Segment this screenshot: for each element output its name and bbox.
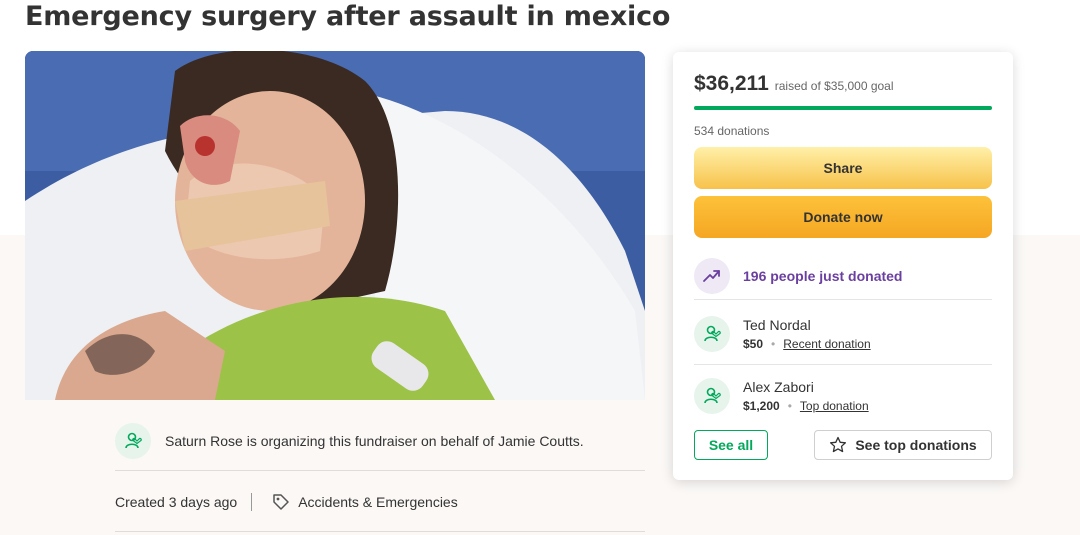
page-title: Emergency surgery after assault in mexic… — [25, 1, 671, 32]
donation-count: 534 donations — [694, 124, 770, 138]
see-top-donations-label: See top donations — [855, 437, 977, 453]
tag-icon — [273, 493, 289, 510]
star-icon — [830, 436, 847, 453]
donate-now-button[interactable]: Donate now — [694, 196, 992, 238]
campaign-hero-image[interactable] — [25, 51, 645, 400]
progress-fill — [694, 106, 992, 110]
separator-dot: • — [771, 336, 776, 351]
share-button[interactable]: Share — [694, 147, 992, 189]
meta-divider — [251, 492, 253, 511]
see-top-donations-button[interactable]: See top donations — [814, 430, 992, 460]
see-all-button[interactable]: See all — [694, 430, 768, 460]
progress-bar — [694, 106, 992, 110]
trending-text: 196 people just donated — [743, 267, 903, 284]
goal-text: raised of $35,000 goal — [774, 79, 894, 93]
separator-dot: • — [787, 399, 792, 413]
recent-donation-link[interactable]: Recent donation — [783, 337, 870, 351]
trending-up-icon — [694, 257, 730, 294]
created-date: Created 3 days ago — [115, 493, 238, 510]
campaign-meta-row: Created 3 days ago Accidents & Emergenci… — [115, 472, 645, 532]
category-label: Accidents & Emergencies — [298, 493, 458, 510]
user-heart-icon — [694, 378, 730, 414]
donation-card: $36,211 raised of $35,000 goal 534 donat… — [673, 52, 1013, 480]
donor-amount: $50 — [743, 336, 764, 351]
trending-row: 196 people just donated — [694, 252, 992, 300]
donor-name: Alex Zabori — [743, 379, 814, 395]
donor-amount: $1,200 — [743, 399, 780, 413]
donor-item: Ted Nordal $50 • Recent donation — [694, 303, 992, 365]
organizer-text: Saturn Rose is organizing this fundraise… — [165, 432, 584, 449]
user-heart-icon — [694, 315, 730, 352]
donor-item: Alex Zabori $1,200 • Top donation — [694, 365, 992, 427]
amount-raised: $36,211 — [694, 72, 769, 95]
amount-line: $36,211 raised of $35,000 goal — [694, 72, 894, 96]
category-link[interactable]: Accidents & Emergencies — [272, 493, 458, 511]
top-donation-link[interactable]: Top donation — [800, 399, 869, 413]
organizer-row: Saturn Rose is organizing this fundraise… — [115, 411, 645, 471]
donor-name: Ted Nordal — [743, 316, 811, 333]
campaign-photo — [25, 51, 645, 400]
user-heart-icon — [115, 422, 151, 459]
